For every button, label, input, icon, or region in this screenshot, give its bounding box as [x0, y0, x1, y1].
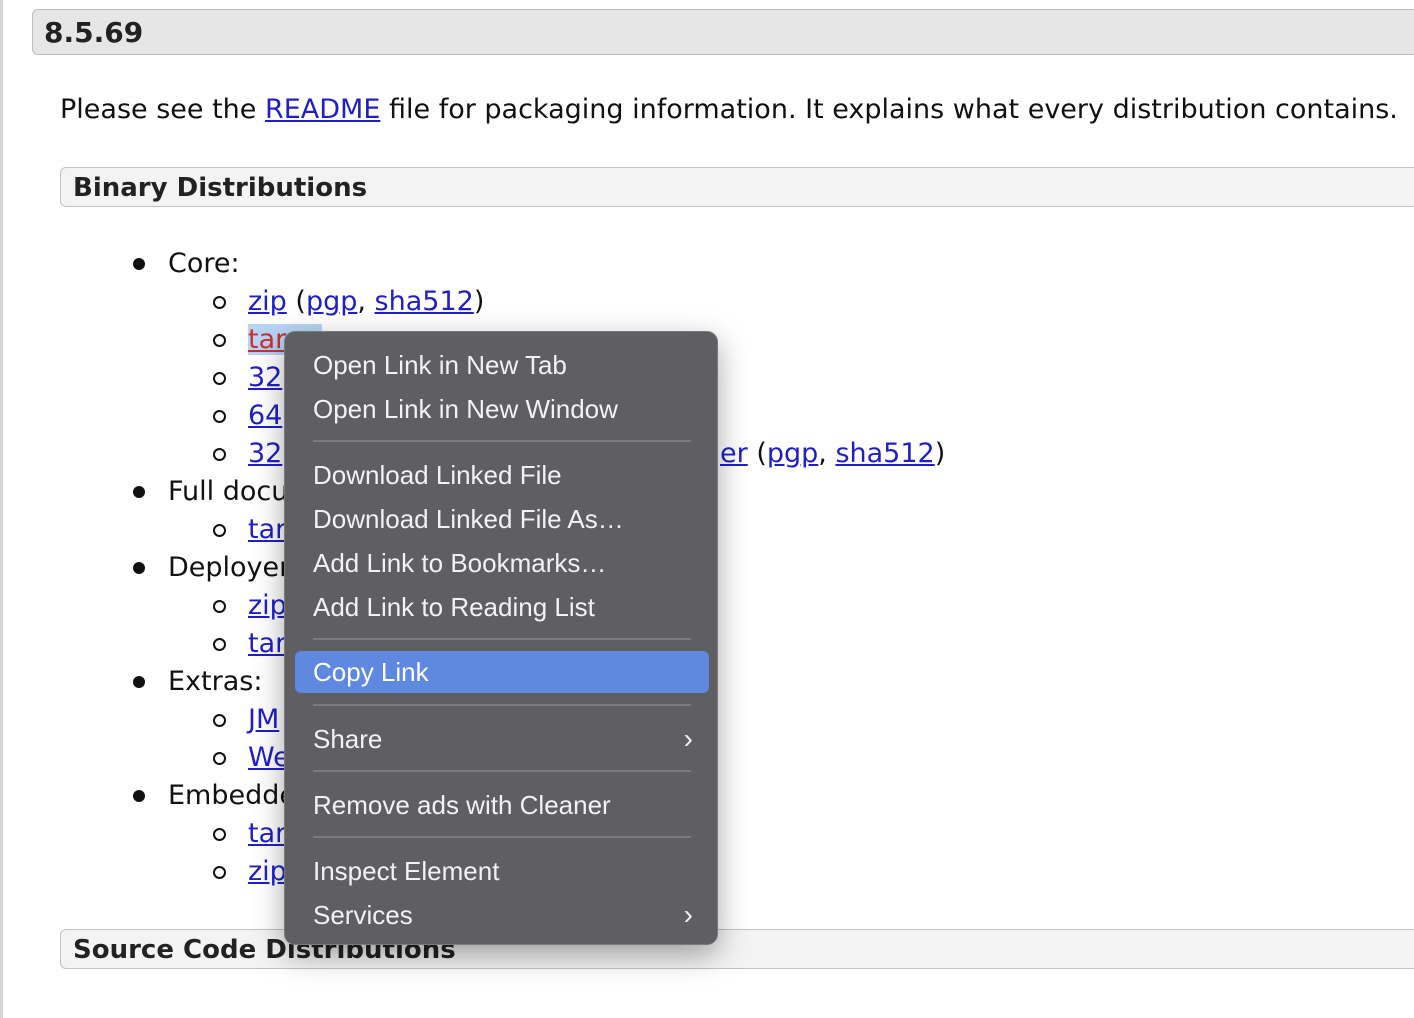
paren-close: ) — [473, 286, 485, 317]
menu-services[interactable]: Services › — [295, 894, 709, 936]
deployer-tar-link[interactable]: tar — [248, 628, 286, 659]
list-circle — [213, 448, 226, 461]
core-item4-row: 64 — [248, 397, 282, 435]
paren-open: ( — [295, 286, 306, 317]
menu-separator — [313, 770, 691, 772]
menu-add-to-bookmarks[interactable]: Add Link to Bookmarks… — [295, 542, 709, 584]
core-item5-pgp-link[interactable]: pgp — [767, 438, 818, 469]
embedded-tar-row: tar — [248, 815, 286, 853]
menu-inspect-element[interactable]: Inspect Element — [295, 850, 709, 892]
menu-share[interactable]: Share › — [295, 718, 709, 760]
source-distributions-heading: Source Code Distributions — [60, 929, 1414, 969]
comma: , — [818, 438, 836, 469]
paren-close: ) — [934, 438, 946, 469]
core-item4-link[interactable]: 64 — [248, 400, 282, 431]
core-item5-row: 32 — [248, 435, 282, 473]
full-docs-label: Full docu — [168, 476, 289, 507]
list-bullet — [133, 790, 145, 802]
intro-paragraph: Please see the README file for packaging… — [60, 90, 1398, 130]
menu-separator — [313, 704, 691, 706]
embedded-zip-row: zip — [248, 853, 287, 891]
full-docs-tar-link[interactable]: tar — [248, 514, 286, 545]
chevron-right-icon: › — [683, 723, 693, 754]
deployer-label: Deployer — [168, 552, 291, 583]
deployer-zip-link[interactable]: zip — [248, 590, 287, 621]
embedded-zip-link[interactable]: zip — [248, 856, 287, 887]
intro-text-after: file for packaging information. It expla… — [380, 94, 1398, 125]
core-item5-link[interactable]: 32 — [248, 438, 282, 469]
menu-open-new-window[interactable]: Open Link in New Window — [295, 388, 709, 430]
menu-separator — [313, 440, 691, 442]
core-item3-row: 32 — [248, 359, 282, 397]
menu-download-linked-file-as[interactable]: Download Linked File As… — [295, 498, 709, 540]
comma: , — [357, 286, 375, 317]
page-left-border — [0, 0, 3, 1018]
list-bullet — [133, 676, 145, 688]
core-item3-link[interactable]: 32 — [248, 362, 282, 393]
intro-text-before: Please see the — [60, 94, 265, 125]
extras-label: Extras: — [168, 666, 263, 697]
binary-distributions-heading: Binary Distributions — [60, 167, 1414, 207]
embedded-label: Embedde — [168, 780, 296, 811]
list-circle — [213, 752, 226, 765]
menu-open-new-tab[interactable]: Open Link in New Tab — [295, 344, 709, 386]
full-docs-tar-row: tar — [248, 511, 286, 549]
embedded-tar-link[interactable]: tar — [248, 818, 286, 849]
version-heading: 8.5.69 — [32, 9, 1414, 55]
list-circle — [213, 714, 226, 727]
menu-separator — [313, 836, 691, 838]
list-circle — [213, 410, 226, 423]
list-circle — [213, 866, 226, 879]
readme-link[interactable]: README — [265, 94, 380, 125]
list-circle — [213, 296, 226, 309]
menu-services-label: Services — [313, 900, 413, 930]
deployer-tar-row: tar — [248, 625, 286, 663]
list-circle — [213, 600, 226, 613]
extras-jmx-link[interactable]: JM — [248, 704, 279, 735]
menu-remove-ads[interactable]: Remove ads with Cleaner — [295, 784, 709, 826]
core-zip-sha512-link[interactable]: sha512 — [375, 286, 474, 317]
context-menu: Open Link in New Tab Open Link in New Wi… — [284, 331, 718, 945]
core-zip-pgp-link[interactable]: pgp — [306, 286, 357, 317]
core-zip-link[interactable]: zip — [248, 286, 287, 317]
core-item5-tail-link[interactable]: er — [720, 438, 748, 469]
menu-add-to-reading-list[interactable]: Add Link to Reading List — [295, 586, 709, 628]
list-bullet — [133, 486, 145, 498]
deployer-zip-row: zip — [248, 587, 287, 625]
chevron-right-icon: › — [683, 899, 693, 930]
core-item5-sha512-link[interactable]: sha512 — [835, 438, 934, 469]
list-circle — [213, 828, 226, 841]
list-circle — [213, 334, 226, 347]
extras-jmx-row: JM — [248, 701, 279, 739]
menu-share-label: Share — [313, 724, 383, 754]
list-circle — [213, 372, 226, 385]
paren-open: ( — [756, 438, 767, 469]
menu-separator — [313, 638, 691, 640]
list-circle — [213, 524, 226, 537]
list-bullet — [133, 258, 145, 270]
list-circle — [213, 638, 226, 651]
list-bullet — [133, 562, 145, 574]
core-label: Core: — [168, 248, 240, 279]
core-zip-row: zip (pgp, sha512) — [248, 283, 484, 321]
menu-copy-link[interactable]: Copy Link — [295, 651, 709, 693]
menu-download-linked-file[interactable]: Download Linked File — [295, 454, 709, 496]
core-item5-tail: er (pgp, sha512) — [720, 435, 945, 473]
